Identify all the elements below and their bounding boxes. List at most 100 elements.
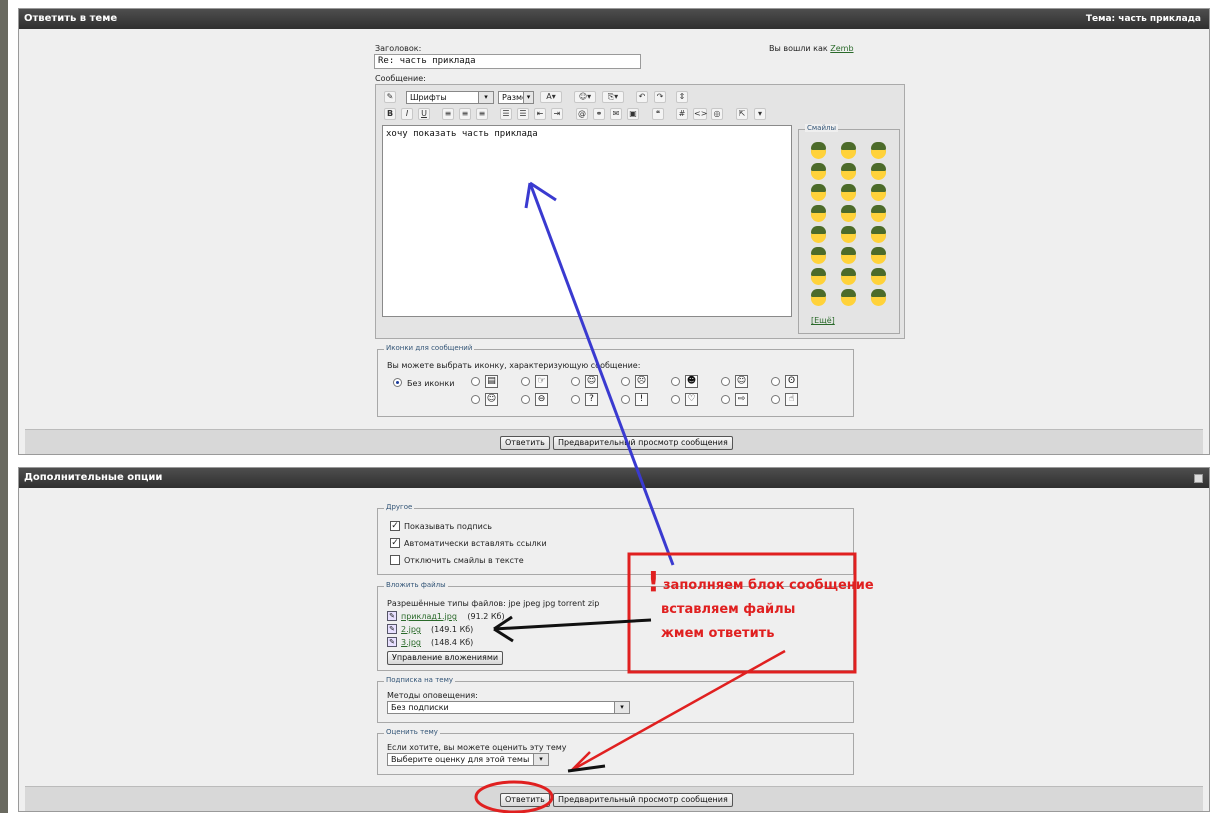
smiley-icon[interactable] bbox=[871, 142, 886, 159]
post-icon-radio[interactable] bbox=[721, 377, 730, 386]
preview-button-bottom[interactable]: Предварительный просмотр сообщения bbox=[553, 793, 733, 807]
smiley-icon[interactable] bbox=[871, 268, 886, 285]
post-icon[interactable]: ▤ bbox=[485, 375, 498, 388]
post-icon[interactable]: ☝ bbox=[785, 393, 798, 406]
undo-icon[interactable]: ↶ bbox=[636, 91, 648, 103]
smiley-icon[interactable] bbox=[871, 247, 886, 264]
post-icon[interactable]: ! bbox=[635, 393, 648, 406]
ordered-list-icon[interactable]: ☰ bbox=[500, 108, 512, 120]
quote-icon[interactable]: ❝ bbox=[652, 108, 664, 120]
smiley-icon[interactable] bbox=[811, 205, 826, 222]
post-icon[interactable]: ʘ bbox=[785, 375, 798, 388]
post-icon[interactable]: ☞ bbox=[535, 375, 548, 388]
post-icon-radio[interactable] bbox=[621, 395, 630, 404]
post-icon-radio[interactable] bbox=[771, 395, 780, 404]
notify-select[interactable]: Без подписки ▾ bbox=[387, 701, 630, 714]
php-icon[interactable]: ◎ bbox=[711, 108, 723, 120]
smiley-icon[interactable] bbox=[871, 184, 886, 201]
smiley-icon[interactable] bbox=[811, 163, 826, 180]
post-icon[interactable]: ♡ bbox=[685, 393, 698, 406]
option-checkbox[interactable]: ✓ bbox=[390, 521, 400, 531]
redo-icon[interactable]: ↷ bbox=[654, 91, 666, 103]
option-checkbox[interactable]: ✓ bbox=[390, 538, 400, 548]
smiley-icon[interactable] bbox=[871, 226, 886, 243]
align-left-icon[interactable]: ≡ bbox=[442, 108, 454, 120]
align-center-icon[interactable]: ≡ bbox=[459, 108, 471, 120]
outdent-icon[interactable]: ⇤ bbox=[534, 108, 546, 120]
size-select[interactable]: Разме ▾ bbox=[498, 91, 534, 104]
post-icon[interactable]: ☺ bbox=[485, 393, 498, 406]
post-icon[interactable]: ☺ bbox=[585, 375, 598, 388]
bold-button[interactable]: B bbox=[384, 108, 396, 120]
smiley-icon[interactable] bbox=[841, 247, 856, 264]
file-link[interactable]: 2.jpg bbox=[401, 625, 421, 634]
smiley-icon[interactable] bbox=[811, 268, 826, 285]
post-icon-radio[interactable] bbox=[471, 377, 480, 386]
smiley-icon[interactable] bbox=[811, 289, 826, 306]
font-select[interactable]: Шрифты ▾ bbox=[406, 91, 494, 104]
collapse-icon[interactable] bbox=[1194, 474, 1203, 483]
text-color-icon[interactable]: A▾ bbox=[540, 91, 562, 103]
smiley-icon[interactable] bbox=[841, 205, 856, 222]
post-icon-radio[interactable] bbox=[521, 395, 530, 404]
reply-button-top[interactable]: Ответить bbox=[500, 436, 550, 450]
link-icon[interactable]: @ bbox=[576, 108, 588, 120]
reply-button-bottom[interactable]: Ответить bbox=[500, 793, 550, 807]
post-icon-radio[interactable] bbox=[571, 395, 580, 404]
unlink-icon[interactable]: ⚭ bbox=[593, 108, 605, 120]
rate-select[interactable]: Выберите оценку для этой темы ▾ bbox=[387, 753, 549, 766]
code-button[interactable]: <> bbox=[693, 108, 707, 120]
preview-button-top[interactable]: Предварительный просмотр сообщения bbox=[553, 436, 733, 450]
post-icon-radio[interactable] bbox=[721, 395, 730, 404]
smiley-icon[interactable] bbox=[811, 142, 826, 159]
image-icon[interactable]: ▣ bbox=[627, 108, 639, 120]
smiley-icon[interactable] bbox=[841, 289, 856, 306]
post-icon-radio[interactable] bbox=[471, 395, 480, 404]
smiley-picker-icon[interactable]: ☺▾ bbox=[574, 91, 596, 103]
attach-icon[interactable]: ⎘▾ bbox=[602, 91, 624, 103]
manage-attachments-button[interactable]: Управление вложениями bbox=[387, 651, 504, 665]
file-link[interactable]: 3.jpg bbox=[401, 638, 421, 647]
indent-icon[interactable]: ⇥ bbox=[551, 108, 563, 120]
more-tools-icon[interactable]: ▾ bbox=[754, 108, 766, 120]
username-link[interactable]: Zemb bbox=[830, 44, 853, 53]
post-icon[interactable]: ⇨ bbox=[735, 393, 748, 406]
file-link[interactable]: приклад1.jpg bbox=[401, 612, 457, 621]
post-icon-radio[interactable] bbox=[571, 377, 580, 386]
post-icon[interactable]: ⊖ bbox=[535, 393, 548, 406]
smiley-icon[interactable] bbox=[841, 184, 856, 201]
email-icon[interactable]: ✉ bbox=[610, 108, 622, 120]
post-icon[interactable]: ☻ bbox=[685, 375, 698, 388]
more-smilies-link[interactable]: [Ещё] bbox=[811, 316, 835, 325]
post-icon-radio[interactable] bbox=[771, 377, 780, 386]
smiley-icon[interactable] bbox=[871, 163, 886, 180]
post-icon-radio[interactable] bbox=[621, 377, 630, 386]
unordered-list-icon[interactable]: ☰ bbox=[517, 108, 529, 120]
smiley-icon[interactable] bbox=[841, 163, 856, 180]
post-icon-radio[interactable] bbox=[671, 377, 680, 386]
subject-input[interactable]: Re: часть приклада bbox=[374, 54, 641, 69]
smiley-icon[interactable] bbox=[811, 184, 826, 201]
post-icon[interactable]: ☺ bbox=[735, 375, 748, 388]
post-icon[interactable]: ? bbox=[585, 393, 598, 406]
underline-button[interactable]: U bbox=[418, 108, 430, 120]
post-icon[interactable]: ☹ bbox=[635, 375, 648, 388]
remove-format-icon[interactable]: ✎ bbox=[384, 91, 396, 103]
message-textarea[interactable]: хочу показать часть приклада bbox=[382, 125, 792, 317]
smiley-icon[interactable] bbox=[811, 226, 826, 243]
smiley-icon[interactable] bbox=[841, 142, 856, 159]
smiley-icon[interactable] bbox=[811, 247, 826, 264]
align-right-icon[interactable]: ≡ bbox=[476, 108, 488, 120]
smiley-icon[interactable] bbox=[871, 289, 886, 306]
hash-button[interactable]: # bbox=[676, 108, 688, 120]
smiley-icon[interactable] bbox=[841, 268, 856, 285]
italic-button[interactable]: I bbox=[401, 108, 413, 120]
resize-icon[interactable]: ⇕ bbox=[676, 91, 688, 103]
smiley-icon[interactable] bbox=[871, 205, 886, 222]
no-icon-radio[interactable] bbox=[393, 378, 402, 387]
post-icon-radio[interactable] bbox=[671, 395, 680, 404]
post-icon-radio[interactable] bbox=[521, 377, 530, 386]
smiley-icon[interactable] bbox=[841, 226, 856, 243]
switch-mode-icon[interactable]: ⇱ bbox=[736, 108, 748, 120]
option-checkbox[interactable] bbox=[390, 555, 400, 565]
